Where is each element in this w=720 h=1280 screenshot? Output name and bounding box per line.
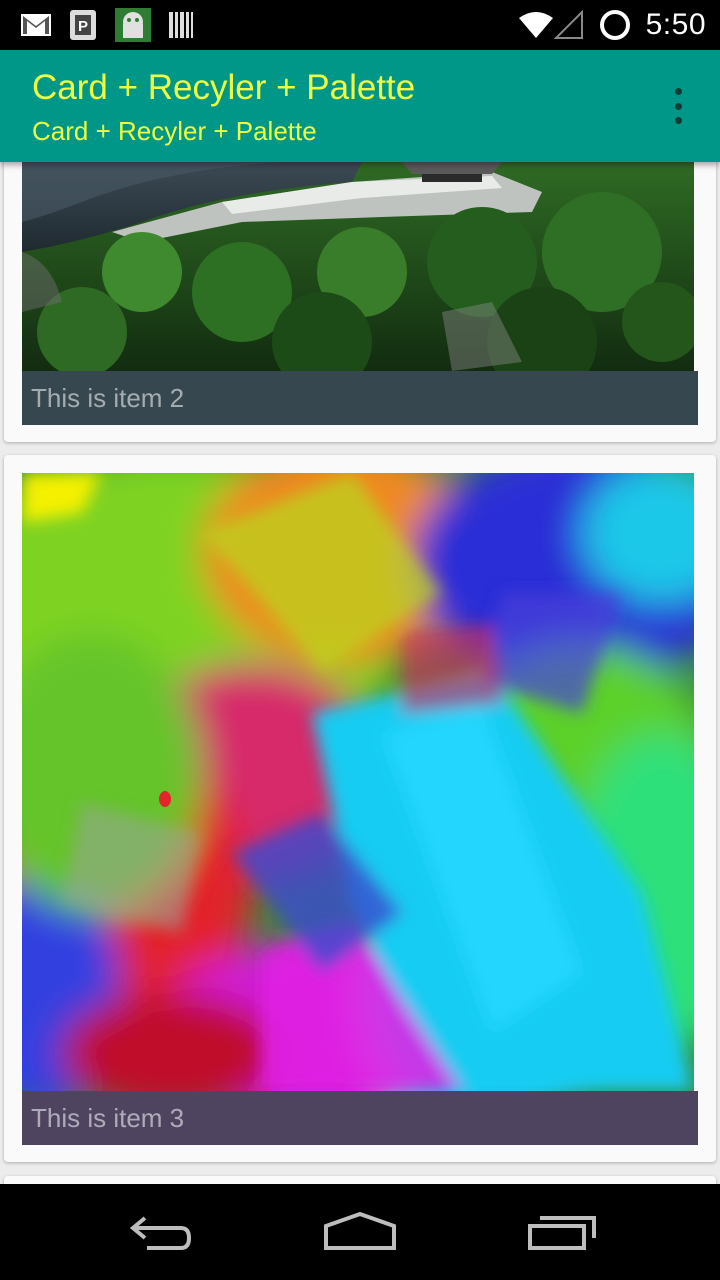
- home-icon: [324, 1211, 396, 1250]
- signal-icon: [553, 10, 583, 39]
- list-item[interactable]: This is item 3: [4, 455, 716, 1162]
- notification-icons: P: [20, 8, 194, 42]
- clock: 5:50: [645, 8, 706, 41]
- card-caption: This is item 3: [22, 1091, 698, 1145]
- card-image: [22, 162, 694, 371]
- dot: [674, 117, 682, 124]
- toolbar-title: Card + Recyler + Palette: [32, 68, 416, 107]
- recycler-list[interactable]: This is item 2 This is item 3: [0, 162, 720, 1184]
- wifi-icon: [518, 12, 553, 38]
- more-vert-icon[interactable]: [666, 86, 690, 126]
- svg-text:P: P: [78, 18, 88, 35]
- color-paint-splash: [22, 473, 694, 1091]
- list-item[interactable]: This is item 2: [4, 162, 716, 442]
- aerial-landscape-photo: [22, 162, 694, 371]
- back-button[interactable]: [110, 1202, 210, 1262]
- toolbar-subtitle: Card + Recyler + Palette: [32, 116, 317, 146]
- card-image: [22, 473, 694, 1091]
- android-app-icon: [115, 8, 151, 42]
- recents-button[interactable]: [512, 1202, 612, 1262]
- item-label: This is item 2: [31, 383, 185, 413]
- parking-app-icon: P: [70, 10, 96, 40]
- dot: [674, 102, 682, 110]
- list-item[interactable]: [4, 1176, 716, 1184]
- card-caption: This is item 2: [22, 371, 698, 425]
- barcode-icon: [169, 12, 193, 38]
- system-status: 5:50: [518, 0, 706, 50]
- status-bar: P 5:50: [0, 0, 720, 50]
- home-button[interactable]: [310, 1202, 410, 1262]
- back-icon: [129, 1216, 192, 1250]
- navigation-bar: [0, 1184, 720, 1280]
- sync-circle-icon: [599, 10, 630, 40]
- recents-icon: [528, 1216, 596, 1250]
- gmail-icon: [21, 14, 51, 36]
- item-label: This is item 3: [31, 1103, 185, 1133]
- dot: [674, 88, 682, 95]
- toolbar: Card + Recyler + Palette Card + Recyler …: [0, 50, 720, 162]
